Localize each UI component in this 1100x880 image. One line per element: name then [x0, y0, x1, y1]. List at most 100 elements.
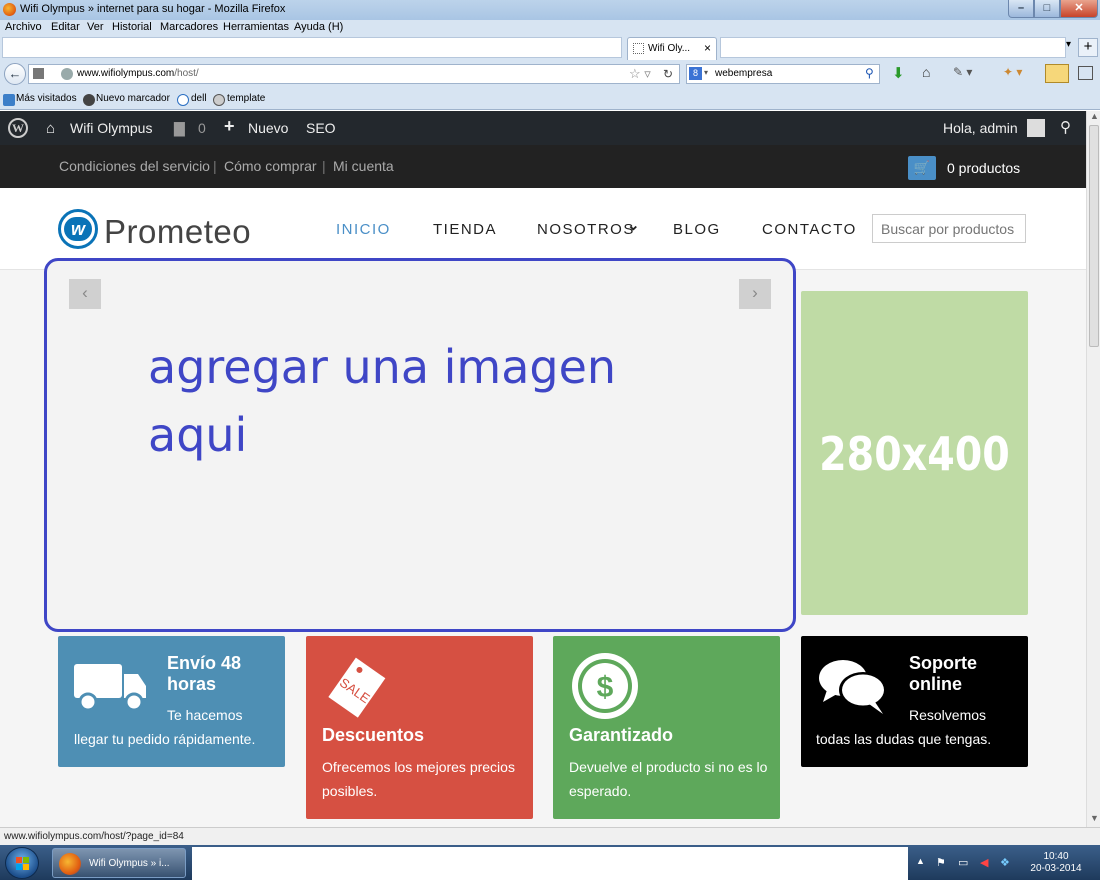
bookmark-nuevo-marcador[interactable]: Nuevo marcador — [96, 93, 170, 104]
feature-descuentos[interactable]: SALE Descuentos Ofrecemos los mejores pr… — [306, 636, 533, 819]
tab-close-icon[interactable]: × — [704, 41, 711, 55]
menu-archivo[interactable]: Archivo — [5, 21, 42, 33]
page-viewport: W ⌂ Wifi Olympus ▇ 0 + Nuevo SEO Hola, a… — [0, 111, 1086, 827]
bookmark-globe-icon — [83, 94, 95, 106]
tab-strip: Wifi Oly... × ▾ + — [0, 35, 1100, 60]
wp-greeting[interactable]: Hola, admin — [943, 120, 1018, 136]
search-icon[interactable]: ⚲ — [865, 66, 874, 80]
feature-desc-line2: llegar tu pedido rápidamente. — [74, 731, 256, 747]
logo-text[interactable]: Prometeo — [104, 213, 251, 251]
menu-ayuda[interactable]: Ayuda (H) — [294, 21, 343, 33]
network-icon[interactable]: ▭ — [958, 856, 968, 869]
tab-list-dropdown-icon[interactable]: ▾ — [1066, 39, 1071, 50]
search-bar[interactable]: 8 ▾ webempresa ⚲ — [686, 64, 880, 84]
link-condiciones[interactable]: Condiciones del servicio — [59, 158, 210, 174]
scroll-up-icon[interactable]: ▲ — [1090, 111, 1099, 121]
page-icon — [633, 43, 644, 54]
avatar[interactable] — [1027, 119, 1045, 137]
link-como-comprar[interactable]: Cómo comprar — [224, 158, 317, 174]
window-title: Wifi Olympus » internet para su hogar - … — [20, 3, 286, 15]
google-icon[interactable]: 8 — [689, 67, 702, 80]
maximize-button[interactable]: □ — [1034, 0, 1060, 18]
minimize-button[interactable]: – — [1008, 0, 1034, 18]
nav-contacto[interactable]: CONTACTO — [762, 221, 857, 238]
tab-strip-empty-right — [720, 37, 1066, 58]
wp-site-name[interactable]: Wifi Olympus — [70, 120, 152, 136]
back-button[interactable]: ← — [4, 63, 26, 85]
feature-envio[interactable]: Envío 48 horas Te hacemos llegar tu pedi… — [58, 636, 285, 767]
firefox-icon — [3, 3, 16, 16]
flag-icon[interactable]: ⚑ — [936, 856, 946, 869]
slider-prev-button[interactable]: ‹ — [69, 279, 101, 309]
wp-new[interactable]: Nuevo — [248, 120, 288, 136]
download-icon[interactable]: ⬇ — [892, 64, 905, 82]
taskbar-firefox[interactable]: Wifi Olympus » i... — [52, 848, 186, 878]
link-mi-cuenta[interactable]: Mi cuenta — [333, 158, 394, 174]
status-bar: www.wifiolympus.com/host/?page_id=84 — [0, 827, 1100, 845]
prometeo-logo-icon[interactable]: w — [58, 209, 98, 249]
engine-dropdown-icon[interactable]: ▾ — [704, 68, 708, 77]
cart-icon[interactable]: 🛒 — [908, 156, 936, 180]
nav-inicio[interactable]: INICIO — [336, 221, 391, 238]
home-icon[interactable]: ⌂ — [922, 64, 930, 80]
page-info-icon[interactable] — [33, 68, 44, 79]
slide-placeholder-text: agregar una imagen aqui — [148, 340, 617, 462]
window-restore-icon[interactable] — [1078, 66, 1093, 80]
nav-nosotros[interactable]: NOSOTROS — [537, 221, 635, 238]
menu-ver[interactable]: Ver — [87, 21, 104, 33]
chat-bubbles-icon — [819, 660, 887, 714]
shop-top-bar: Condiciones del servicio | Cómo comprar … — [0, 145, 1086, 188]
feature-title: Descuentos — [322, 725, 425, 745]
reload-icon[interactable]: ↻ — [663, 67, 673, 81]
bookmark-star-icon[interactable]: ☆ ▿ — [629, 66, 651, 82]
bookmark-template[interactable]: template — [227, 93, 265, 104]
tab-active[interactable]: Wifi Oly... × — [627, 37, 717, 60]
cart-count[interactable]: 0 productos — [947, 160, 1020, 176]
menu-herramientas[interactable]: Herramientas — [223, 21, 289, 33]
panel-button-icon[interactable] — [1045, 64, 1069, 83]
feature-soporte[interactable]: Soporte online Resolvemos todas las duda… — [801, 636, 1028, 767]
volume-icon[interactable]: ◀ — [980, 856, 988, 869]
wp-admin-bar: W ⌂ Wifi Olympus ▇ 0 + Nuevo SEO Hola, a… — [0, 111, 1086, 145]
nav-blog[interactable]: BLOG — [673, 221, 721, 238]
scroll-down-icon[interactable]: ▼ — [1090, 813, 1099, 823]
window-titlebar: Wifi Olympus » internet para su hogar - … — [0, 0, 1100, 20]
bookmark-mas-visitados[interactable]: Más visitados — [16, 93, 77, 104]
dropbox-icon[interactable]: ❖ — [1000, 856, 1010, 869]
product-search-input[interactable] — [872, 214, 1026, 243]
dell-icon — [177, 94, 189, 106]
chevron-down-icon[interactable]: ⌄ — [627, 216, 641, 234]
plugin-icon[interactable]: ✦ ▾ — [1003, 65, 1022, 79]
separator: | — [322, 158, 326, 174]
nav-tienda[interactable]: TIENDA — [433, 221, 497, 238]
menu-historial[interactable]: Historial — [112, 21, 152, 33]
feature-desc: Devuelve el producto si no es lo esperad… — [569, 759, 768, 799]
close-button[interactable]: ✕ — [1060, 0, 1098, 18]
clock[interactable]: 10:40 20-03-2014 — [1028, 851, 1084, 875]
firefox-icon — [59, 853, 81, 875]
wp-seo[interactable]: SEO — [306, 120, 336, 136]
wordpress-logo-icon[interactable]: W — [8, 118, 28, 138]
bookmark-dell[interactable]: dell — [191, 93, 207, 104]
tab-label: Wifi Oly... — [648, 43, 691, 54]
search-icon[interactable]: ⚲ — [1060, 118, 1071, 136]
menu-editar[interactable]: Editar — [51, 21, 80, 33]
comments-count[interactable]: 0 — [198, 120, 206, 136]
feature-desc-line1: Te hacemos — [167, 707, 243, 723]
url-bar[interactable]: www.wifiolympus.com/host/ ☆ ▿ ↻ — [28, 64, 680, 84]
separator: | — [213, 158, 217, 174]
start-button[interactable] — [5, 847, 39, 879]
tab-strip-empty — [2, 37, 622, 58]
scroll-thumb[interactable] — [1089, 125, 1099, 347]
side-banner-placeholder[interactable]: 280x400 — [801, 291, 1028, 615]
feature-garantizado[interactable]: $ Garantizado Devuelve el producto si no… — [553, 636, 780, 819]
new-tab-button[interactable]: + — [1078, 38, 1098, 57]
vertical-scrollbar[interactable]: ▲ ▼ — [1086, 111, 1100, 827]
feature-desc: Ofrecemos los mejores precios posibles. — [322, 759, 515, 799]
addon-icon[interactable]: ✎ ▾ — [953, 65, 972, 79]
home-icon: ⌂ — [46, 120, 56, 137]
tray-expand-icon[interactable]: ▲ — [916, 856, 925, 866]
clock-time: 10:40 — [1043, 851, 1069, 862]
menu-marcadores[interactable]: Marcadores — [160, 21, 218, 33]
slider-next-button[interactable]: › — [739, 279, 771, 309]
